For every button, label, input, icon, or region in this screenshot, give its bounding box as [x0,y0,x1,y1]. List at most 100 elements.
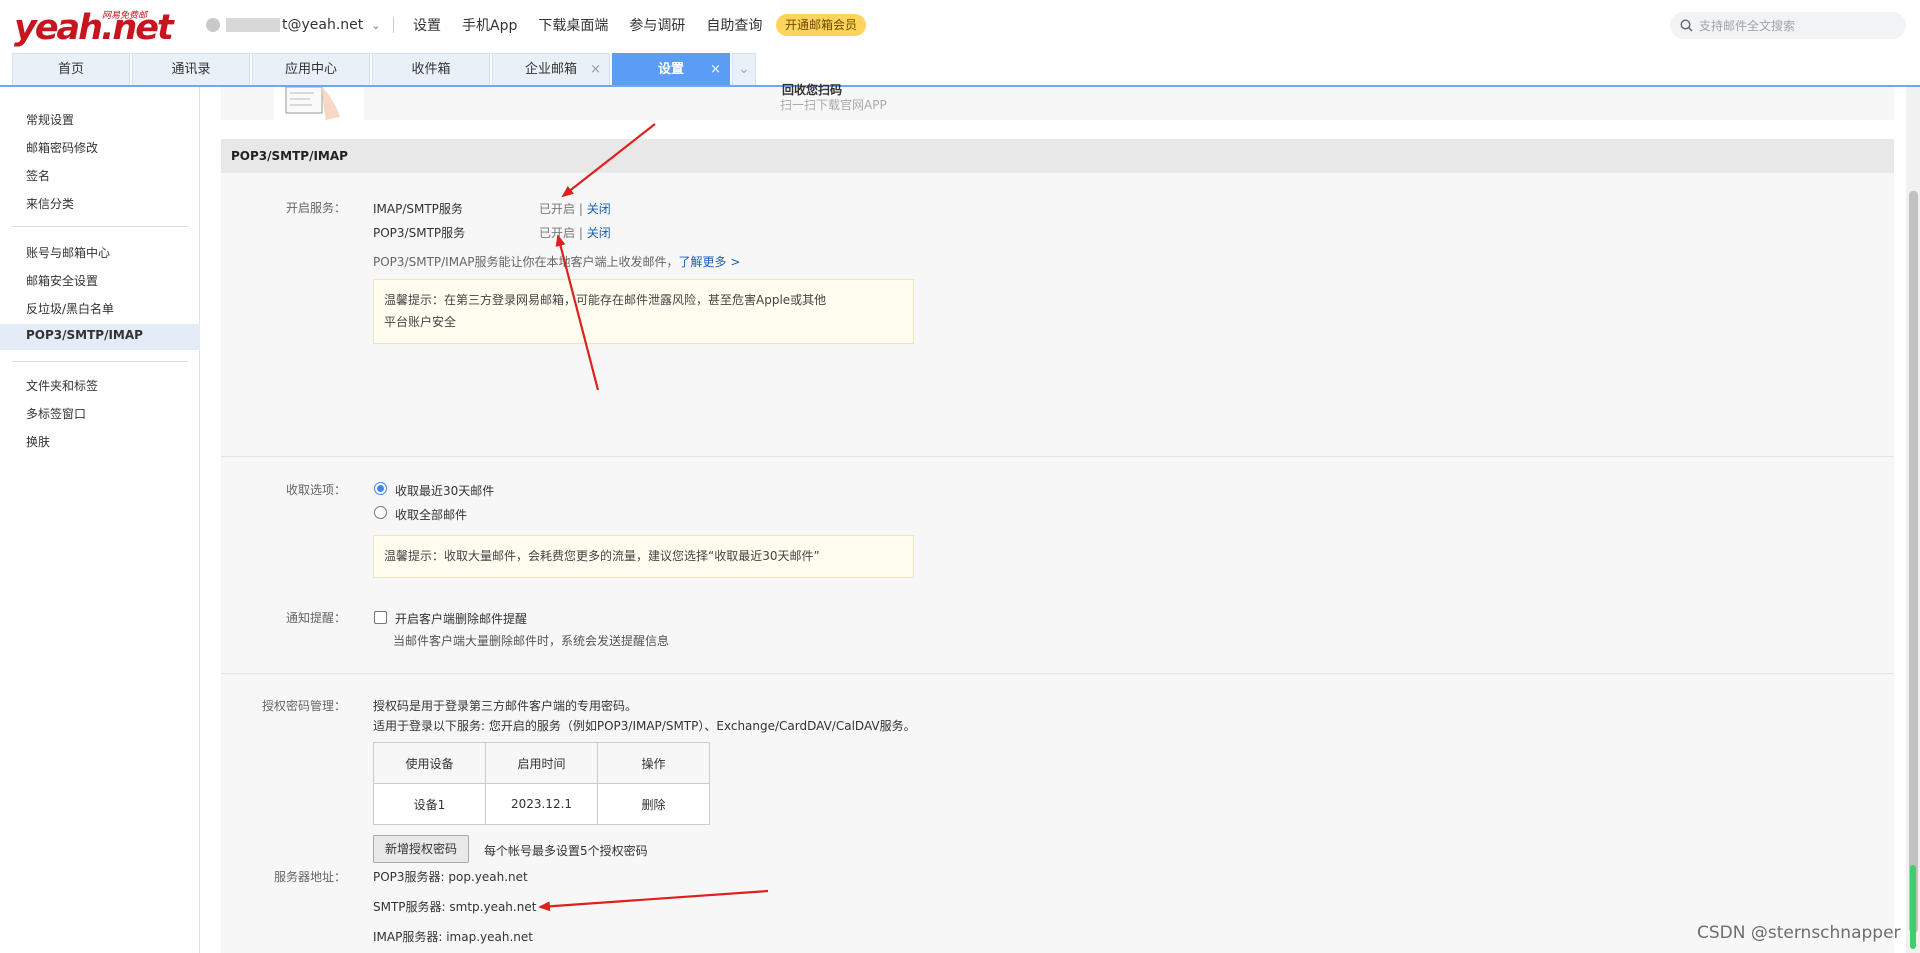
imap-close-link[interactable]: 关闭 [587,202,611,216]
top-bar: yeah.net 网易免费邮 t@yeah.net ⌄ 设置 手机App 下载桌… [0,0,1920,50]
phone-illustration-icon [285,86,340,120]
sidebar-item-filters[interactable]: 来信分类 [26,195,74,213]
tab-inbox[interactable]: 收件箱 [372,53,490,86]
tab-contacts[interactable]: 通讯录 [132,53,250,86]
account-email: t@yeah.net [282,17,364,33]
description-text: POP3/SMTP/IMAP服务能让你在本地客户端上收发邮件， [373,255,679,269]
pop3-server: POP3服务器: pop.yeah.net [373,870,528,884]
chevron-down-icon: ⌄ [371,18,381,32]
divider [221,673,1894,674]
tab-label: 企业邮箱 [524,62,577,77]
sidebar-item-multitab[interactable]: 多标签窗口 [26,405,86,423]
notify-description: 当邮件客户端大量删除邮件时，系统会发送提醒信息 [393,634,670,648]
imap-server: IMAP服务器: imap.yeah.net [373,930,533,944]
sidebar-divider [12,361,188,362]
logo[interactable]: yeah.net 网易免费邮 [14,6,174,48]
learn-more-link[interactable]: 了解更多 > [679,255,741,269]
account-switcher[interactable]: t@yeah.net ⌄ [206,15,380,35]
nav-settings[interactable]: 设置 [413,15,441,35]
tab-settings[interactable]: 设置 × [612,53,730,86]
services-label: 开启服务： [285,201,346,215]
tip-line: 温馨提示：在第三方登录网易邮箱，可能存在邮件泄露风险，甚至危害Apple或其他 [384,293,827,307]
close-icon[interactable]: × [710,54,721,86]
section-header-pop3: POP3/SMTP/IMAP [221,139,1894,173]
nav-mobile-app[interactable]: 手机App [462,15,517,35]
service-description: POP3/SMTP/IMAP服务能让你在本地客户端上收发邮件，了解更多 > [373,253,740,270]
nav-self-service[interactable]: 自助查询 [706,15,762,35]
scrollbar-thumb[interactable] [1909,191,1918,933]
tab-label: 设置 [657,62,684,77]
email-redaction [226,18,280,32]
notify-label: 通知提醒： [285,611,346,625]
tip-line: 平台账户安全 [384,315,457,329]
auth-line-2: 适用于登录以下服务: 您开启的服务（例如POP3/IMAP/SMTP）、Exch… [373,719,916,733]
sidebar-item-security[interactable]: 邮箱安全设置 [26,272,98,290]
table-row: 设备1 2023.12.1 删除 [373,783,710,825]
delete-link[interactable]: 删除 [597,783,710,825]
imap-service-status: 已开启 | 关闭 [539,200,611,217]
nav-survey[interactable]: 参与调研 [629,15,685,35]
pop3-service-name: POP3/SMTP服务 [373,226,466,240]
pop3-service-status: 已开启 | 关闭 [539,224,611,241]
vip-button[interactable]: 开通邮箱会员 [776,14,867,36]
traffic-tip-box: 温馨提示：收取大量邮件，会耗费您更多的流量，建议您选择“收取最近30天邮件” [373,535,914,578]
divider [393,17,394,33]
search-input[interactable] [1699,18,1889,33]
column-header-device: 使用设备 [373,742,486,784]
tab-more-button[interactable]: ⌄ [732,53,756,86]
receive-label: 收取选项： [285,483,346,497]
radio-label: 收取全部邮件 [395,508,468,522]
qr-caption: 扫一扫下载官网APP [780,98,887,112]
scroll-progress-indicator [1910,865,1916,949]
divider [221,456,1894,457]
add-auth-code-button[interactable]: 新增授权密码 [373,835,470,863]
nav-desktop-download[interactable]: 下载桌面端 [538,15,608,35]
settings-main: 回收您扫码 扫一扫下载官网APP POP3/SMTP/IMAP 开启服务： IM… [221,83,1895,953]
auth-label: 授权密码管理： [261,699,346,713]
avatar [206,18,220,32]
sidebar-item-password[interactable]: 邮箱密码修改 [26,139,98,157]
auth-limit-note: 每个帐号最多设置5个授权密码 [484,844,648,858]
sidebar-item-signature[interactable]: 签名 [26,167,50,185]
logo-text: yeah.net [14,8,174,48]
tab-app-center[interactable]: 应用中心 [252,53,370,86]
time-cell: 2023.12.1 [485,783,598,825]
sidebar-item-pop3[interactable]: POP3/SMTP/IMAP [26,328,143,346]
tab-home[interactable]: 首页 [12,53,130,86]
sidebar-item-general[interactable]: 常规设置 [26,111,74,129]
sidebar-item-account-center[interactable]: 账号与邮箱中心 [26,244,110,262]
device-cell: 设备1 [373,783,486,825]
separator: | [578,202,583,216]
qr-card: 回收您扫码 扫一扫下载官网APP [221,83,1894,124]
sidebar-item-antispam[interactable]: 反垃圾/黑白名单 [26,300,114,318]
column-header-time: 启用时间 [485,742,598,784]
pop3-settings-card: 开启服务： IMAP/SMTP服务 已开启 | 关闭 POP3/SMTP服务 已… [221,173,1894,877]
settings-sidebar: 常规设置 邮箱密码修改 签名 来信分类 账号与邮箱中心 邮箱安全设置 反垃圾/黑… [0,87,200,953]
separator: | [578,226,583,240]
pop3-close-link[interactable]: 关闭 [587,226,611,240]
close-icon[interactable]: × [590,54,601,86]
tab-label: 应用中心 [284,62,337,77]
watermark: CSDN @sternschnapper [1697,923,1901,943]
tab-label: 收件箱 [411,62,451,77]
tab-label: 通讯录 [171,62,211,77]
security-tip-box: 温馨提示：在第三方登录网易邮箱，可能存在邮件泄露风险，甚至危害Apple或其他 … [373,279,914,344]
search-box[interactable] [1670,12,1906,39]
auth-line-1: 授权码是用于登录第三方邮件客户端的专用密码。 [373,699,638,713]
sidebar-item-skin[interactable]: 换肤 [26,433,50,451]
radio-recent-30-days[interactable] [374,482,387,495]
tab-enterprise-mail[interactable]: 企业邮箱 × [492,53,610,86]
pop3-status-text: 已开启 [539,226,576,240]
radio-all-mail[interactable] [374,506,387,519]
search-icon [1680,19,1693,32]
column-header-action: 操作 [597,742,710,784]
page-scrollbar[interactable] [1906,87,1920,953]
chevron-down-icon: ⌄ [738,62,750,77]
qr-illustration [274,86,364,124]
sidebar-item-folders[interactable]: 文件夹和标签 [26,377,98,395]
checkbox-label: 开启客户端删除邮件提醒 [395,612,528,626]
delete-alert-checkbox[interactable] [374,611,387,624]
table-header-row: 使用设备 启用时间 操作 [373,742,710,784]
logo-tagline: 网易免费邮 [102,11,148,21]
imap-status-text: 已开启 [539,202,576,216]
